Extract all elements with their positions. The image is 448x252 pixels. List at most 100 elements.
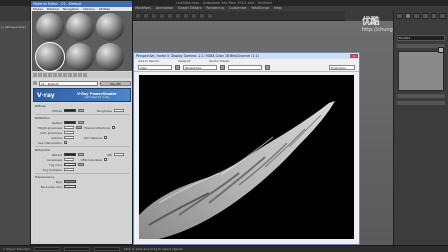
- material-slot[interactable]: [66, 43, 94, 71]
- assign-material-icon[interactable]: [43, 73, 47, 77]
- param-ior-label: IOR: [107, 152, 112, 157]
- diffuse-map-button[interactable]: [78, 109, 84, 112]
- object-name-field[interactable]: Box001: [397, 35, 445, 41]
- lock-button[interactable]: [76, 126, 82, 129]
- make-unique-icon[interactable]: [53, 73, 57, 77]
- viewport-label[interactable]: [+][Perspective]: [1, 25, 29, 29]
- curve-editor-icon[interactable]: [175, 12, 181, 19]
- layer-icon[interactable]: [167, 12, 173, 19]
- window-title: Untitled.max - Autodesk 3ds Max 2012 x64…: [176, 1, 272, 5]
- material-type-button[interactable]: VRayMtl: [99, 80, 131, 86]
- param-dim-distance-label: Dim distance: [83, 135, 102, 140]
- render-preset-label: Render Preset:: [209, 59, 230, 63]
- hierarchy-tab-icon[interactable]: [413, 13, 421, 19]
- render-frame-controls: View Perspective Production: [134, 64, 359, 72]
- material-name-field[interactable]: 01 - Default: [38, 80, 98, 86]
- diffuse-color-swatch[interactable]: [64, 109, 76, 112]
- material-id-icon[interactable]: [63, 73, 67, 77]
- y-coordinate-field[interactable]: [63, 247, 90, 251]
- modify-tab-icon[interactable]: [404, 13, 412, 19]
- reflect-map-button[interactable]: [78, 121, 84, 124]
- material-slot[interactable]: [36, 13, 64, 41]
- render-frame-icon[interactable]: [199, 12, 205, 19]
- param-type-label: Type: [55, 179, 62, 184]
- subdivs-spinner[interactable]: [64, 136, 74, 139]
- go-to-parent-icon[interactable]: [78, 73, 82, 77]
- param-back-side-color-label: Back-side color: [40, 184, 62, 189]
- area-to-render-dropdown[interactable]: View: [138, 65, 172, 70]
- glossiness-spinner[interactable]: [64, 158, 74, 161]
- fog-multiplier-spinner[interactable]: [64, 168, 74, 171]
- param-subdivs-label: Subdivs: [51, 135, 62, 140]
- affect-shadows-checkbox[interactable]: [104, 158, 107, 161]
- param-refl-gloss-label: Refl. glossiness: [40, 130, 62, 135]
- refract-color-swatch[interactable]: [64, 153, 76, 156]
- fresnel-checkbox[interactable]: [112, 126, 115, 129]
- z-coordinate-field[interactable]: [93, 247, 120, 251]
- use-interp-checkbox[interactable]: [64, 141, 67, 144]
- angle-snap-icon[interactable]: [143, 12, 149, 19]
- modifier-stack[interactable]: [398, 51, 444, 91]
- fog-map-button[interactable]: [78, 163, 84, 166]
- left-scene-panel: [+][Perspective]: [0, 21, 30, 245]
- refract-map-button[interactable]: [78, 153, 84, 156]
- align-icon[interactable]: [159, 12, 165, 19]
- viewport-dropdown[interactable]: Perspective: [183, 65, 217, 70]
- ior-spinner[interactable]: [114, 153, 124, 156]
- render-setup-icon[interactable]: [265, 65, 270, 70]
- dim-distance-checkbox[interactable]: [104, 136, 107, 139]
- material-slot[interactable]: [96, 43, 124, 71]
- show-map-icon[interactable]: [68, 73, 72, 77]
- render-mode-dropdown[interactable]: Production: [329, 65, 355, 70]
- x-coordinate-field[interactable]: [33, 247, 60, 251]
- translucency-type-dropdown[interactable]: [64, 180, 76, 183]
- go-forward-icon[interactable]: [83, 73, 87, 77]
- close-icon[interactable]: x: [350, 54, 358, 58]
- material-parameters: Diffuse Diffuse Roughness Reflection Ref…: [33, 104, 131, 244]
- material-editor-icon[interactable]: [183, 12, 189, 19]
- reset-map-icon[interactable]: [48, 73, 52, 77]
- utilities-tab-icon[interactable]: [439, 13, 447, 19]
- object-color-swatch[interactable]: [438, 47, 444, 53]
- status-bar: 1 Object Selected Click or click-and-dra…: [0, 245, 448, 252]
- get-material-icon[interactable]: [33, 73, 37, 77]
- param-roughness-label: Roughness: [96, 108, 112, 113]
- roughness-spinner[interactable]: [114, 109, 124, 112]
- fog-color-swatch[interactable]: [64, 163, 76, 166]
- separator: [35, 114, 129, 115]
- pick-material-icon[interactable]: [33, 81, 37, 85]
- render-preset-dropdown[interactable]: [228, 65, 262, 70]
- edit-region-icon[interactable]: [175, 65, 180, 70]
- material-slot[interactable]: [66, 13, 94, 41]
- put-to-scene-icon[interactable]: [38, 73, 42, 77]
- parameters-rollout[interactable]: [397, 101, 445, 105]
- material-slot-active[interactable]: [35, 42, 65, 72]
- lock-viewport-icon[interactable]: [220, 65, 225, 70]
- param-diffuse-label: Diffuse: [52, 108, 62, 113]
- reflect-color-swatch[interactable]: [64, 121, 76, 124]
- param-glossiness-label: Glossiness: [47, 157, 62, 162]
- param-diffuse: Diffuse Roughness: [33, 108, 131, 113]
- render-icon[interactable]: [207, 12, 213, 19]
- snap-icon[interactable]: [135, 12, 141, 19]
- create-tab-icon[interactable]: [396, 13, 403, 19]
- hilight-gloss-spinner[interactable]: [64, 126, 74, 129]
- mirror-icon[interactable]: [151, 12, 157, 19]
- command-panel-tabs: [394, 11, 448, 21]
- refl-gloss-spinner[interactable]: [64, 131, 74, 134]
- param-use-interp: Use interpolation: [33, 140, 131, 145]
- render-setup-icon[interactable]: [191, 12, 197, 19]
- stack-controls[interactable]: [397, 94, 445, 98]
- vray-banner-subtitle: optimized for V-Ray: [84, 95, 110, 99]
- back-side-color-swatch[interactable]: [64, 185, 76, 188]
- material-editor-toolbar: [32, 72, 132, 78]
- command-panel: Box001: [393, 11, 448, 245]
- render-frame-title: Perspective, frame 0, Display Gamma: 2.2…: [134, 53, 359, 59]
- motion-tab-icon[interactable]: [422, 13, 429, 19]
- display-tab-icon[interactable]: [430, 13, 438, 19]
- vray-banner: V·ray V-Ray PowerShader optimized for V-…: [33, 88, 131, 102]
- vray-banner-text: V-Ray PowerShader optimized for V-Ray: [64, 92, 130, 99]
- put-to-library-icon[interactable]: [58, 73, 62, 77]
- material-slot[interactable]: [96, 13, 124, 41]
- show-end-result-icon[interactable]: [73, 73, 77, 77]
